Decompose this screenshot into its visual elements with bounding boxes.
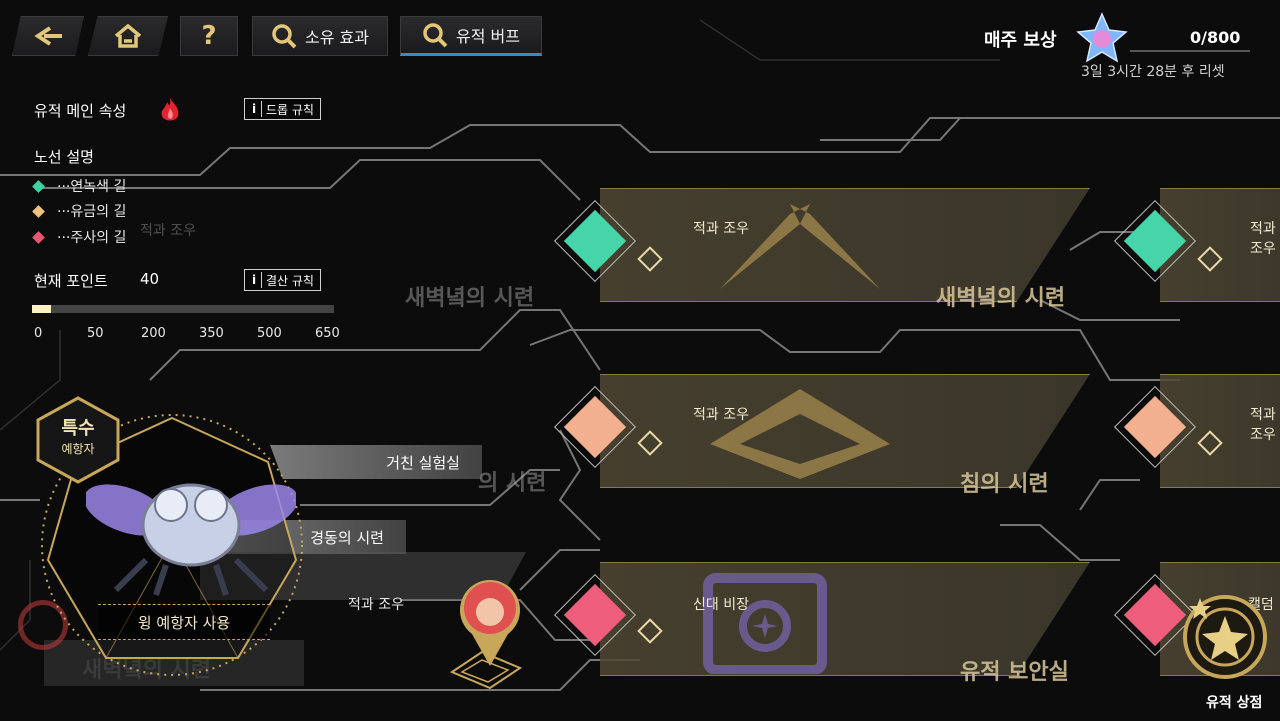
node-5-sub: 신대 비장	[693, 597, 749, 613]
route-node-5[interactable]: 신대 비장 유적 보안실	[553, 562, 1090, 685]
back-button[interactable]	[12, 16, 84, 56]
shop-emblem-icon	[1183, 595, 1267, 679]
ruins-shop-label: 유적 상점	[1206, 695, 1263, 711]
legend-green-label: ···연녹색 길	[57, 179, 127, 195]
drop-rules-button[interactable]: i 드롭 규칙	[244, 98, 321, 120]
winged-beetle-character-icon[interactable]	[86, 470, 296, 600]
node-1-sub: 적과 조우	[693, 221, 749, 237]
green-gem-icon	[1113, 199, 1197, 283]
ghost-dawn-trial: 새벽녘의 시련	[405, 286, 535, 311]
points-progress-fill	[32, 305, 51, 313]
fire-attribute-icon	[158, 96, 182, 124]
reward-progress-track	[1130, 50, 1250, 52]
node-2-sub: 적과 조우	[1250, 221, 1276, 257]
reset-timer: 3일 3시간 28분 후 리셋	[1081, 64, 1225, 80]
threshold-200: 200	[141, 326, 166, 341]
ghost-trial: 의 시련	[478, 471, 547, 496]
route-node-4[interactable]: 적과 조우	[1113, 374, 1280, 492]
legend-red-label: ···주사의 길	[57, 230, 127, 246]
badge-sub: 예항자	[61, 442, 95, 456]
peach-gem-icon	[1113, 385, 1197, 469]
weekly-reward-label: 매주 보상	[984, 30, 1057, 51]
vault-icon	[703, 573, 827, 674]
home-button[interactable]	[88, 16, 168, 56]
drop-rules-label: 드롭 규칙	[266, 102, 314, 117]
search-icon	[423, 23, 448, 48]
ruins-shop-button[interactable]	[1176, 588, 1274, 686]
legend-red: ···주사의 길	[32, 227, 127, 247]
main-attribute-label: 유적 메인 속성	[34, 102, 127, 120]
info-icon: i	[247, 101, 262, 117]
threshold-50: 50	[87, 326, 104, 341]
threshold-0: 0	[34, 326, 43, 341]
threshold-500: 500	[257, 326, 282, 341]
peach-gem-icon	[553, 385, 637, 469]
node-3-title: 침의 시련	[960, 472, 1049, 497]
rough-lab-label: 거친 실험실	[386, 453, 460, 472]
back-arrow-icon	[34, 26, 62, 46]
node-1-title: 새벽녘의 시련	[936, 286, 1066, 311]
home-icon	[114, 23, 142, 48]
tab-ruins-buffs[interactable]: 유적 버프	[400, 16, 542, 56]
help-button[interactable]: ?	[180, 16, 238, 56]
current-points-value: 40	[140, 270, 160, 288]
node-5-title: 유적 보안실	[960, 660, 1069, 685]
threshold-650: 650	[315, 326, 340, 341]
chevron-crest-icon	[710, 389, 890, 479]
red-diamond-icon	[32, 230, 45, 244]
help-icon: ?	[201, 21, 217, 51]
green-diamond-icon	[32, 179, 45, 193]
tab-ruins-buffs-label: 유적 버프	[456, 27, 520, 46]
gold-diamond-icon	[32, 204, 45, 218]
settle-rules-button[interactable]: i 결산 규칙	[244, 269, 321, 291]
legend-gold-label: ···유금의 길	[57, 204, 127, 220]
points-progress-bar	[32, 305, 334, 313]
route-node-1[interactable]: 적과 조우 새벽녘의 시련	[553, 188, 1090, 311]
red-gem-icon	[553, 573, 637, 657]
tab-owned-effects[interactable]: 소유 효과	[252, 16, 388, 56]
legend-gold: ···유금의 길	[32, 201, 127, 221]
weekly-reward-count: 0/800	[1190, 28, 1241, 47]
reward-crystal-icon[interactable]	[1076, 12, 1128, 64]
threshold-350: 350	[199, 326, 224, 341]
info-icon: i	[247, 272, 262, 288]
crossed-swords-icon	[720, 204, 880, 289]
search-icon	[272, 24, 297, 49]
badge-title: 특수	[61, 418, 95, 439]
route-desc-label: 노선 설명	[34, 148, 94, 166]
green-gem-icon	[553, 199, 637, 283]
route-node-3[interactable]: 적과 조우 침의 시련	[553, 374, 1090, 497]
route-node-2[interactable]: 적과 조우	[1113, 188, 1280, 306]
tab-owned-effects-label: 소유 효과	[305, 28, 369, 47]
node-4-sub: 적과 조우	[1250, 407, 1276, 443]
legend-green: ···연녹색 길	[32, 176, 127, 196]
alert-trial-label: 경동의 시련	[310, 528, 384, 547]
settle-rules-label: 결산 규칙	[266, 273, 314, 288]
use-character-label: 윙 예항자 사용	[137, 613, 231, 632]
encounter-left-label: 적과 조우	[348, 597, 404, 613]
current-points-label: 현재 포인트	[34, 272, 108, 290]
ghost-encounter-label: 적과 조우	[140, 223, 196, 239]
use-character-button[interactable]: 윙 예항자 사용	[98, 604, 270, 640]
node-3-sub: 적과 조우	[693, 407, 749, 423]
player-location-pin[interactable]	[432, 572, 532, 692]
